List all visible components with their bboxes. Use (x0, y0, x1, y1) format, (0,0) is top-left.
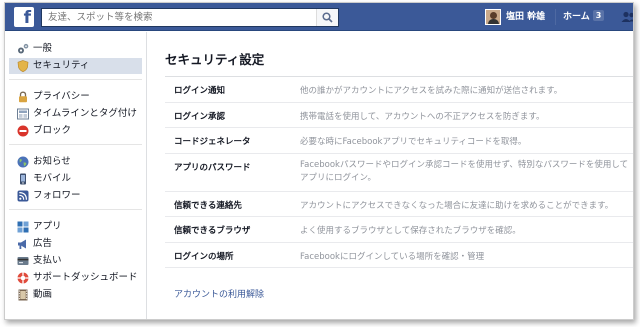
nav-group-apps: アプリ 広告 支払い サポートダッシュボード 動画 (9, 210, 142, 308)
sidebar-item-label: 広告 (33, 238, 53, 249)
sidebar-item-label: フォロワー (33, 190, 81, 201)
setting-label: 信頼できるブラウザ (174, 226, 251, 236)
setting-row-trusted-contacts[interactable]: 信頼できる連絡先 アカウントにアクセスできなくなった場合に友達に助けを求めること… (165, 192, 633, 217)
sidebar-item-label: ブロック (33, 125, 72, 136)
setting-label: ログイン承認 (174, 111, 226, 122)
sidebar-item-notifications[interactable]: お知らせ (9, 154, 142, 170)
apps-icon (17, 221, 29, 233)
setting-label: コードジェネレータ (174, 137, 251, 147)
sidebar-item-apps[interactable]: アプリ (9, 219, 142, 235)
page-title: セキュリティ設定 (165, 52, 265, 67)
friend-requests-icon[interactable] (621, 11, 634, 23)
setting-description: よく使用するブラウザとして保存されたブラウザを確認。 (300, 226, 521, 236)
gears-icon (18, 43, 29, 54)
sidebar-item-label: サポートダッシュボード (33, 272, 138, 283)
settings-sidebar: 一般 セキュリティ プライバシー タイムラインとタグ付け ブロック お知らせ モ… (5, 32, 147, 319)
setting-label: ログイン通知 (174, 86, 226, 96)
setting-row-login-approvals[interactable]: ログイン承認 携帯電話を使用して、アカウントへの不正アクセスを防ぎます。 (165, 103, 633, 128)
sidebar-item-payments[interactable]: 支払い (9, 253, 142, 269)
setting-label: 信頼できる連絡先 (174, 200, 242, 211)
setting-row-where-logged-in[interactable]: ログインの場所 Facebookにログインしている場所を確認・管理 (165, 243, 633, 268)
sidebar-item-label: 一般 (33, 43, 53, 54)
nav-group-account: 一般 セキュリティ (9, 32, 142, 80)
setting-description: 携帯電話を使用して、アカウントへの不正アクセスを防ぎます。 (300, 111, 545, 122)
nav-group-notifications: お知らせ モバイル フォロワー (9, 145, 142, 210)
sidebar-item-label: セキュリティ (33, 60, 90, 71)
main-content: セキュリティ設定 ログイン通知 他の誰かがアカウントにアクセスを試みた際に通知が… (161, 32, 633, 319)
sidebar-item-label: 支払い (33, 255, 62, 266)
setting-row-login-alerts[interactable]: ログイン通知 他の誰かがアカウントにアクセスを試みた際に通知が送信されます。 (165, 77, 633, 103)
rss-icon (17, 190, 29, 202)
sidebar-item-privacy[interactable]: プライバシー (9, 89, 142, 105)
sidebar-item-label: アプリ (33, 221, 62, 232)
sidebar-item-label: プライバシー (33, 91, 90, 102)
sidebar-item-followers[interactable]: フォロワー (9, 188, 142, 204)
search-icon (322, 12, 333, 23)
nav-group-privacy: プライバシー タイムラインとタグ付け ブロック (9, 80, 142, 145)
home-label: ホーム (563, 12, 590, 22)
globe-icon (17, 156, 29, 168)
setting-row-app-passwords[interactable]: アプリのパスワード Facebookパスワードやログイン承認コードを使用せず、特… (165, 154, 633, 192)
setting-description: 必要な時にFacebookアプリでセキュリティコードを取得。 (300, 137, 527, 147)
sidebar-item-label: モバイル (33, 173, 72, 184)
deactivate-account-link[interactable]: アカウントの利用解除 (174, 287, 264, 300)
browser-frame: f 塩田 幹雄 ホーム3 (4, 2, 634, 320)
avatar (485, 9, 501, 25)
divider (555, 9, 556, 25)
sidebar-item-videos[interactable]: 動画 (9, 287, 142, 303)
sidebar-item-general[interactable]: 一般 (9, 41, 142, 57)
support-icon (17, 272, 29, 284)
setting-label: アプリのパスワード (174, 162, 251, 173)
ads-icon (18, 239, 26, 249)
facebook-logo-icon[interactable]: f (14, 7, 34, 27)
user-name: 塩田 幹雄 (506, 12, 546, 22)
block-icon (17, 125, 29, 137)
setting-label: ログインの場所 (174, 251, 234, 262)
home-badge: 3 (592, 10, 605, 21)
sidebar-item-blocking[interactable]: ブロック (9, 123, 142, 139)
profile-link[interactable]: 塩田 幹雄 (485, 9, 545, 25)
setting-description: Facebookパスワードやログイン承認コードを使用せず、特別なパスワードを使用… (300, 159, 629, 183)
security-settings-list: ログイン通知 他の誰かがアカウントにアクセスを試みた際に通知が送信されます。 ロ… (165, 76, 633, 268)
sidebar-item-support-dashboard[interactable]: サポートダッシュボード (9, 270, 142, 286)
payments-icon (17, 257, 29, 265)
sidebar-item-label: タイムラインとタグ付け (33, 108, 137, 119)
search-button[interactable] (316, 9, 338, 26)
sidebar-item-label: お知らせ (33, 156, 71, 167)
sidebar-item-mobile[interactable]: モバイル (9, 171, 142, 187)
shield-icon (17, 60, 29, 72)
setting-row-trusted-browsers[interactable]: 信頼できるブラウザ よく使用するブラウザとして保存されたブラウザを確認。 (165, 217, 633, 243)
setting-description: 他の誰かがアカウントにアクセスを試みた際に通知が送信されます。 (300, 86, 563, 96)
setting-description: アカウントにアクセスできなくなった場合に友達に助けを求めることができます。 (300, 200, 614, 211)
sidebar-item-security[interactable]: セキュリティ (9, 58, 142, 74)
sidebar-item-label: 動画 (33, 289, 53, 300)
top-bar: f 塩田 幹雄 ホーム3 (5, 3, 633, 31)
timeline-icon (17, 108, 29, 120)
search-box (41, 8, 339, 27)
setting-description: Facebookにログインしている場所を確認・管理 (300, 251, 485, 262)
search-input[interactable] (42, 9, 312, 26)
lock-icon (19, 91, 27, 103)
setting-row-code-generator[interactable]: コードジェネレータ 必要な時にFacebookアプリでセキュリティコードを取得。 (165, 128, 633, 154)
sidebar-item-timeline-tagging[interactable]: タイムラインとタグ付け (9, 106, 142, 122)
video-icon (18, 289, 28, 301)
home-link[interactable]: ホーム 3 (563, 9, 605, 25)
mobile-icon (20, 173, 26, 185)
sidebar-item-ads[interactable]: 広告 (9, 236, 142, 252)
